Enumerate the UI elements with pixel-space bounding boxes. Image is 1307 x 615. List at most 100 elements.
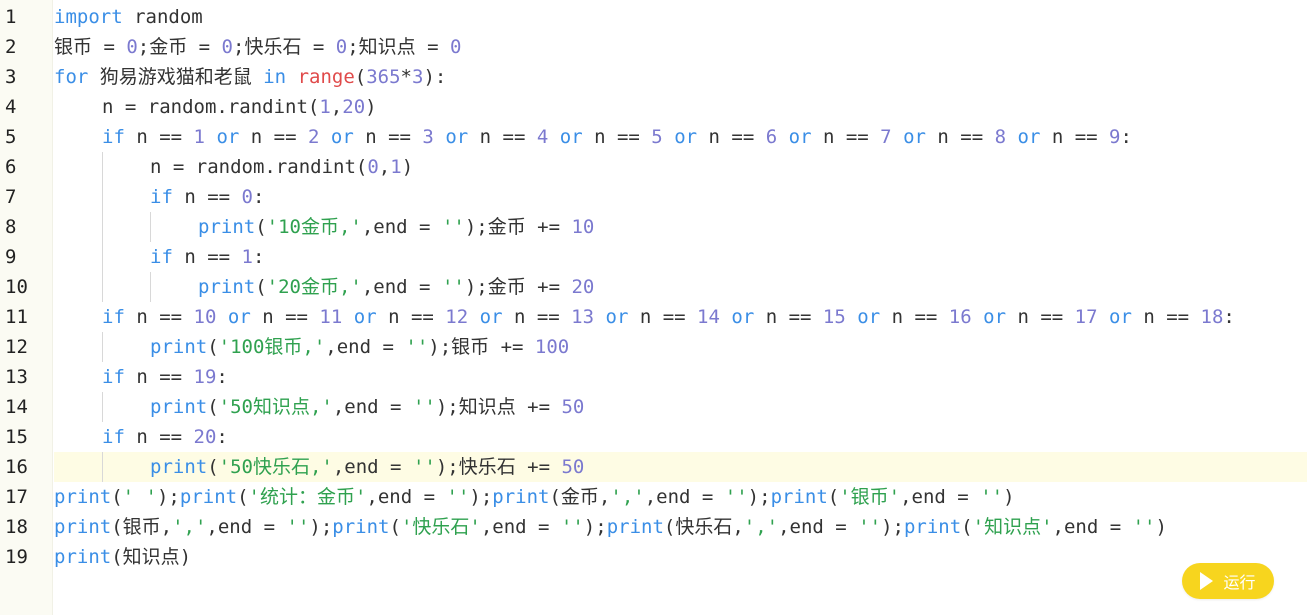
code-token: 银币 = bbox=[54, 36, 127, 58]
code-token: n == bbox=[353, 126, 423, 148]
code-area[interactable]: import random 银币 = 0;金币 = 0;快乐石 = 0;知识点 =… bbox=[54, 2, 1307, 572]
code-token: '' bbox=[286, 516, 310, 538]
code-token: n == bbox=[124, 306, 194, 328]
code-token: n == bbox=[172, 186, 242, 208]
code-token: n == bbox=[239, 126, 308, 148]
code-line[interactable]: print('100银币,',end = '');银币 += 100 bbox=[54, 332, 1307, 362]
code-line-content: print(银币,',',end = '');print('快乐石',end =… bbox=[54, 512, 1167, 542]
code-token: ); bbox=[881, 516, 904, 538]
code-token: ( bbox=[207, 456, 219, 478]
code-line[interactable]: if n == 1: bbox=[54, 242, 1307, 272]
code-token: '' bbox=[446, 486, 470, 508]
code-token: 9 bbox=[1109, 126, 1121, 148]
code-token: n == bbox=[124, 126, 194, 148]
code-line[interactable]: if n == 0: bbox=[54, 182, 1307, 212]
code-line-content: if n == 0: bbox=[150, 182, 264, 212]
code-token: '' bbox=[724, 486, 748, 508]
code-token: print bbox=[150, 456, 208, 478]
code-token: '' bbox=[980, 486, 1004, 508]
code-token: ;知识点 = bbox=[347, 36, 450, 58]
code-token: (金币, bbox=[549, 486, 611, 508]
code-token: or bbox=[559, 126, 583, 148]
code-token: print bbox=[150, 396, 208, 418]
code-token: '' bbox=[412, 456, 436, 478]
code-line[interactable]: if n == 20: bbox=[54, 422, 1307, 452]
code-token: 13 bbox=[571, 306, 595, 328]
code-editor[interactable]: 1 2 3 4 5 6 7 8 9 10 11 12 13 14 15 16 17 18 19 import ran… bbox=[0, 0, 1307, 615]
code-line[interactable]: for 狗易游戏猫和老鼠 in range(365*3): bbox=[54, 62, 1307, 92]
code-line[interactable]: print('10金币,',end = '');金币 += 10 bbox=[54, 212, 1307, 242]
code-line[interactable]: print(银币,',',end = '');print('快乐石',end =… bbox=[54, 512, 1307, 542]
code-token: 8 bbox=[994, 126, 1007, 148]
code-token: ;快乐石 = bbox=[233, 36, 336, 58]
line-number: 17 bbox=[5, 486, 28, 508]
code-token: or bbox=[330, 126, 354, 148]
code-token: ) bbox=[1003, 486, 1015, 508]
code-token: n == bbox=[754, 306, 823, 328]
code-token: 2 bbox=[307, 126, 320, 148]
code-line-content: print('50快乐石,',end = '');快乐石 += 50 bbox=[150, 452, 584, 482]
code-token: if bbox=[150, 186, 173, 208]
code-token: , bbox=[330, 96, 343, 118]
code-line[interactable]: if n == 1 or n == 2 or n == 3 or n == 4 … bbox=[54, 122, 1307, 152]
code-token: ( bbox=[827, 486, 840, 508]
code-line[interactable]: import random bbox=[54, 2, 1307, 32]
code-token: or bbox=[353, 306, 377, 328]
line-numbers: 1 2 3 4 5 6 7 8 9 10 11 12 13 14 15 16 17 18 19 bbox=[0, 2, 52, 572]
indent-guide bbox=[150, 272, 151, 302]
code-token: print bbox=[332, 516, 390, 538]
code-token: '100银币,' bbox=[218, 336, 326, 358]
indent-guide bbox=[102, 272, 103, 302]
code-token: ( bbox=[111, 486, 123, 508]
code-token: 16 bbox=[948, 306, 972, 328]
code-line[interactable]: print('50知识点,',end = '');知识点 += 50 bbox=[54, 392, 1307, 422]
line-number: 15 bbox=[5, 426, 28, 448]
run-button[interactable]: 运行 bbox=[1182, 563, 1274, 599]
code-line[interactable]: print('50快乐石,',end = '');快乐石 += 50 bbox=[54, 452, 1307, 482]
code-line-content: for 狗易游戏猫和老鼠 in range(365*3): bbox=[54, 62, 446, 92]
code-token: 0 bbox=[367, 156, 379, 178]
code-line-content: n = random.randint(0,1) bbox=[150, 152, 413, 182]
code-line-content: n = random.randint(1,20) bbox=[102, 92, 377, 122]
code-token: ) bbox=[401, 156, 414, 178]
code-token: 1 bbox=[241, 246, 253, 268]
code-line[interactable]: print(知识点) bbox=[54, 542, 1307, 572]
code-token: 50 bbox=[561, 456, 585, 478]
code-token: if bbox=[102, 426, 125, 448]
code-token: ,end = bbox=[206, 516, 287, 538]
code-token: ); bbox=[309, 516, 333, 538]
code-token: ',' bbox=[172, 516, 207, 538]
code-token: 19 bbox=[193, 366, 217, 388]
code-token: or bbox=[216, 126, 240, 148]
code-token: ,end = bbox=[900, 486, 981, 508]
code-token: n == bbox=[124, 426, 194, 448]
code-token: '10金币,' bbox=[266, 216, 362, 238]
code-token: '50快乐石,' bbox=[218, 456, 333, 478]
code-token: ) bbox=[365, 96, 377, 118]
code-token: 4 bbox=[536, 126, 549, 148]
code-token: : bbox=[252, 246, 265, 268]
code-token: print bbox=[150, 336, 208, 358]
code-line[interactable]: n = random.randint(0,1) bbox=[54, 152, 1307, 182]
code-token: );知识点 += bbox=[435, 396, 562, 418]
code-line-content: import random bbox=[54, 2, 203, 32]
code-line[interactable]: if n == 19: bbox=[54, 362, 1307, 392]
code-token: (银币, bbox=[111, 516, 173, 538]
code-token: 0 bbox=[449, 36, 462, 58]
code-line[interactable]: print('20金币,',end = '');金币 += 20 bbox=[54, 272, 1307, 302]
code-line[interactable]: if n == 10 or n == 11 or n == 12 or n ==… bbox=[54, 302, 1307, 332]
code-token: ( bbox=[255, 276, 267, 298]
code-token: ); bbox=[156, 486, 180, 508]
code-line[interactable]: n = random.randint(1,20) bbox=[54, 92, 1307, 122]
code-line[interactable]: print(' ');print('统计：金币',end = '');print… bbox=[54, 482, 1307, 512]
code-line[interactable]: 银币 = 0;金币 = 0;快乐石 = 0;知识点 = 0 bbox=[54, 32, 1307, 62]
code-line-content: if n == 10 or n == 11 or n == 12 or n ==… bbox=[102, 302, 1235, 332]
code-token: print bbox=[54, 516, 112, 538]
